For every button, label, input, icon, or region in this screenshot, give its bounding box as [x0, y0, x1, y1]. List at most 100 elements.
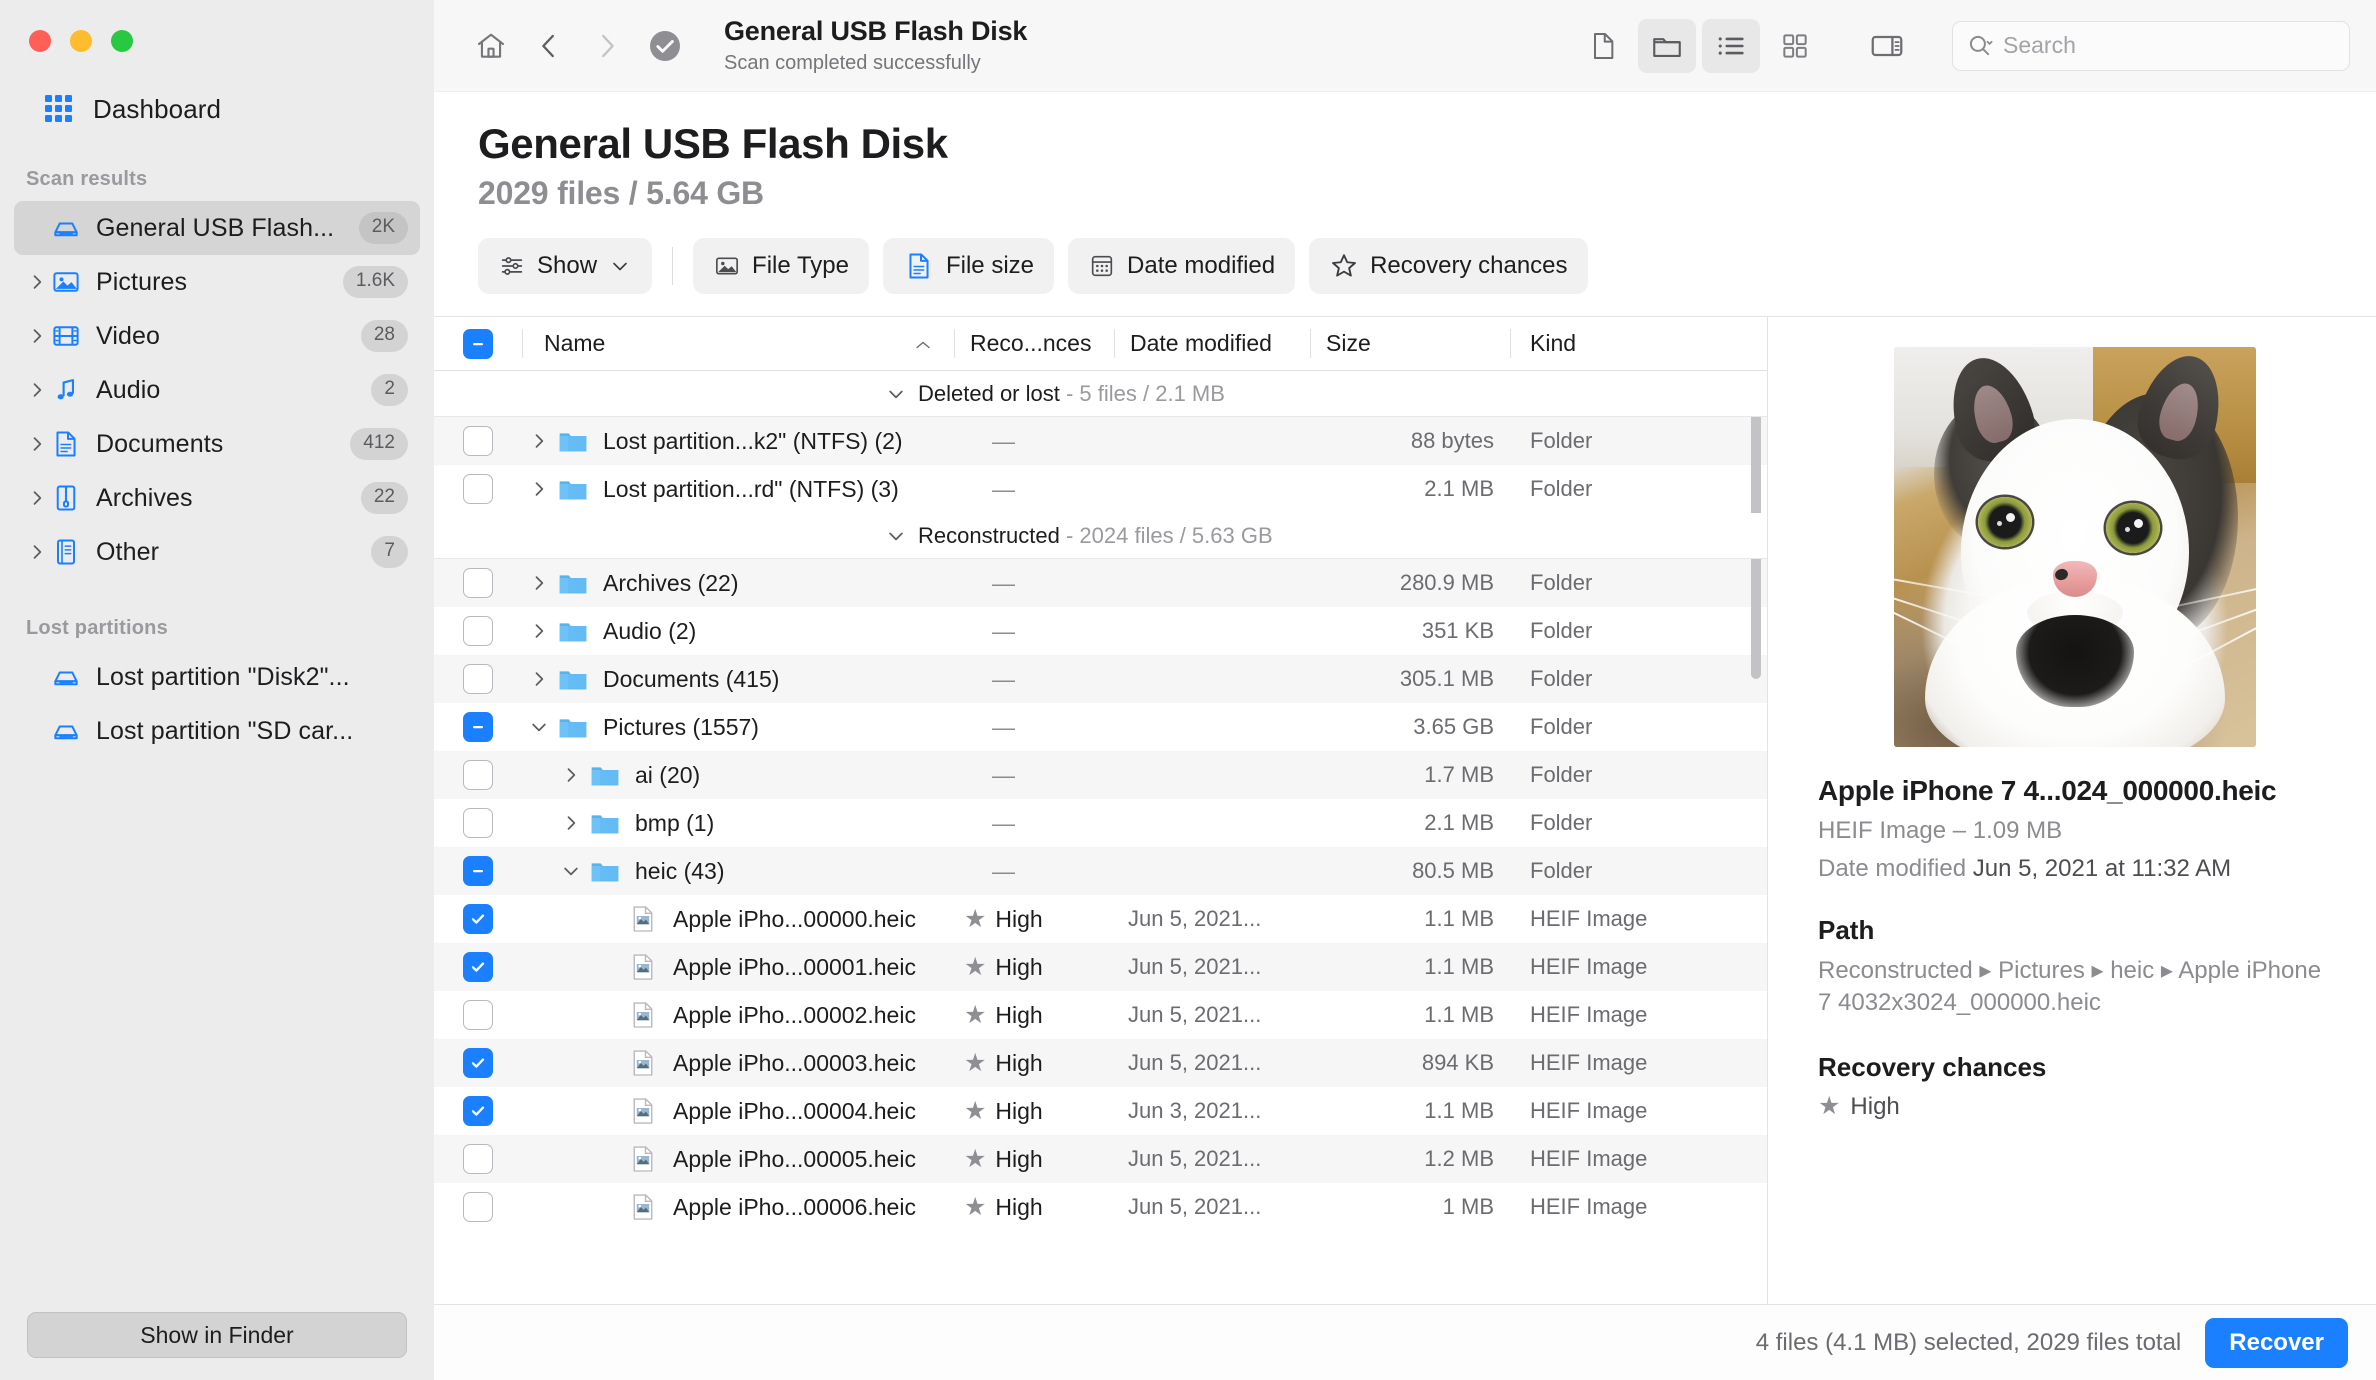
- minimize-button[interactable]: [70, 30, 92, 52]
- table-row[interactable]: Apple iPho...00003.heic ★ High Jun 5, 2021.…: [434, 1039, 1767, 1087]
- row-checkbox[interactable]: [463, 426, 493, 456]
- folder-view-button[interactable]: [1638, 18, 1696, 73]
- row-checkbox[interactable]: [463, 1144, 493, 1174]
- row-checkbox-cell[interactable]: [434, 991, 522, 1039]
- row-checkbox[interactable]: [463, 474, 493, 504]
- row-checkbox[interactable]: [463, 664, 493, 694]
- row-checkbox-cell[interactable]: [434, 655, 522, 703]
- row-checkbox[interactable]: [463, 952, 493, 982]
- table-group-row[interactable]: Deleted or lost - 5 files / 2.1 MB: [434, 371, 1767, 417]
- row-checkbox-cell[interactable]: [434, 847, 522, 895]
- sidebar-item-archives[interactable]: Archives 22: [14, 471, 420, 525]
- chevron-right-icon[interactable]: [24, 471, 50, 525]
- row-checkbox-cell[interactable]: [434, 465, 522, 513]
- row-checkbox[interactable]: [463, 760, 493, 790]
- table-body[interactable]: Deleted or lost - 5 files / 2.1 MB Lost …: [434, 371, 1767, 1380]
- chevron-right-icon[interactable]: [522, 655, 556, 703]
- row-checkbox[interactable]: [463, 712, 493, 742]
- chevron-right-icon[interactable]: [522, 417, 556, 465]
- table-row[interactable]: Archives (22) — 280.9 MB Folder: [434, 559, 1767, 607]
- table-row[interactable]: Apple iPho...00006.heic ★ High Jun 5, 2021.…: [434, 1183, 1767, 1231]
- forward-button[interactable]: [580, 19, 634, 73]
- table-row[interactable]: Lost partition...k2" (NTFS) (2) — 88 bytes…: [434, 417, 1767, 465]
- table-row[interactable]: bmp (1) — 2.1 MB Folder: [434, 799, 1767, 847]
- sidebar-item-general-usb-flash[interactable]: General USB Flash... 2K: [14, 201, 420, 255]
- table-row[interactable]: Apple iPho...00000.heic ★ High Jun 5, 2021.…: [434, 895, 1767, 943]
- home-button[interactable]: [464, 19, 518, 73]
- sidebar-item-documents[interactable]: Documents 412: [14, 417, 420, 471]
- row-checkbox-cell[interactable]: [434, 799, 522, 847]
- scan-status-button[interactable]: [638, 19, 692, 73]
- table-row[interactable]: Pictures (1557) — 3.65 GB Folder: [434, 703, 1767, 751]
- table-row[interactable]: Apple iPho...00005.heic ★ High Jun 5, 2021.…: [434, 1135, 1767, 1183]
- filter-chip-file-type[interactable]: File Type: [693, 238, 869, 294]
- table-row[interactable]: heic (43) — 80.5 MB Folder: [434, 847, 1767, 895]
- chevron-right-icon[interactable]: [522, 465, 556, 513]
- chevron-right-icon[interactable]: [24, 255, 50, 309]
- row-checkbox[interactable]: [463, 616, 493, 646]
- column-header-size[interactable]: Size: [1310, 317, 1510, 370]
- sidebar-toggle-button[interactable]: [1858, 19, 1916, 73]
- filter-chip-show[interactable]: Show: [478, 238, 653, 294]
- row-checkbox-cell[interactable]: [434, 1087, 522, 1135]
- chevron-right-icon[interactable]: [24, 363, 50, 417]
- table-row[interactable]: Apple iPho...00001.heic ★ High Jun 5, 2021.…: [434, 943, 1767, 991]
- chevron-right-icon[interactable]: [24, 417, 50, 471]
- row-checkbox[interactable]: [463, 808, 493, 838]
- row-checkbox-cell[interactable]: [434, 703, 522, 751]
- zoom-button[interactable]: [111, 30, 133, 52]
- filter-chip-file-size[interactable]: File size: [882, 238, 1055, 294]
- search-field[interactable]: Search: [1952, 20, 2350, 71]
- row-checkbox[interactable]: [463, 1192, 493, 1222]
- row-checkbox-cell[interactable]: [434, 607, 522, 655]
- chevron-down-icon[interactable]: [886, 513, 906, 559]
- chevron-right-icon[interactable]: [554, 751, 588, 799]
- chevron-right-icon[interactable]: [522, 607, 556, 655]
- row-checkbox-cell[interactable]: [434, 1135, 522, 1183]
- column-header-kind[interactable]: Kind: [1510, 317, 1767, 370]
- chevron-right-icon[interactable]: [522, 559, 556, 607]
- column-header-recovery-chances[interactable]: Reco...nces: [954, 317, 1114, 370]
- list-view-button[interactable]: [1702, 18, 1760, 73]
- row-checkbox-cell[interactable]: [434, 1183, 522, 1231]
- filter-chip-recovery-chances[interactable]: Recovery chances: [1309, 238, 1588, 294]
- chevron-right-icon[interactable]: [24, 525, 50, 579]
- show-in-finder-button[interactable]: Show in Finder: [27, 1312, 407, 1358]
- table-group-row[interactable]: Reconstructed - 2024 files / 5.63 GB: [434, 513, 1767, 559]
- file-view-button[interactable]: [1574, 19, 1632, 73]
- sidebar-lost-partition-item[interactable]: Lost partition "SD car...: [14, 704, 420, 758]
- recover-button[interactable]: Recover: [2205, 1317, 2348, 1368]
- row-checkbox[interactable]: [463, 1096, 493, 1126]
- row-checkbox[interactable]: [463, 856, 493, 886]
- row-checkbox-cell[interactable]: [434, 751, 522, 799]
- chevron-right-icon[interactable]: [24, 309, 50, 363]
- table-row[interactable]: ai (20) — 1.7 MB Folder: [434, 751, 1767, 799]
- table-row[interactable]: Apple iPho...00004.heic ★ High Jun 3, 2021.…: [434, 1087, 1767, 1135]
- sidebar-item-dashboard[interactable]: Dashboard: [44, 88, 434, 130]
- sidebar-lost-partition-item[interactable]: Lost partition "Disk2"...: [14, 650, 420, 704]
- row-checkbox[interactable]: [463, 568, 493, 598]
- column-header-name[interactable]: Name: [522, 317, 954, 370]
- row-checkbox-cell[interactable]: [434, 417, 522, 465]
- row-checkbox[interactable]: [463, 904, 493, 934]
- row-checkbox-cell[interactable]: [434, 559, 522, 607]
- table-row[interactable]: Lost partition...rd" (NTFS) (3) — 2.1 MB Fo…: [434, 465, 1767, 513]
- sidebar-item-audio[interactable]: Audio 2: [14, 363, 420, 417]
- table-row[interactable]: Audio (2) — 351 KB Folder: [434, 607, 1767, 655]
- row-checkbox-cell[interactable]: [434, 1039, 522, 1087]
- row-checkbox[interactable]: [463, 1000, 493, 1030]
- preview-thumbnail-cat-photo[interactable]: [1894, 347, 2256, 747]
- sidebar-item-other[interactable]: Other 7: [14, 525, 420, 579]
- sidebar-item-pictures[interactable]: Pictures 1.6K: [14, 255, 420, 309]
- close-button[interactable]: [29, 30, 51, 52]
- row-checkbox[interactable]: [463, 1048, 493, 1078]
- chevron-down-icon[interactable]: [886, 371, 906, 417]
- row-checkbox-cell[interactable]: [434, 943, 522, 991]
- table-row[interactable]: Apple iPho...00002.heic ★ High Jun 5, 2021.…: [434, 991, 1767, 1039]
- back-button[interactable]: [522, 19, 576, 73]
- column-header-date-modified[interactable]: Date modified: [1114, 317, 1310, 370]
- table-row[interactable]: Documents (415) — 305.1 MB Folder: [434, 655, 1767, 703]
- row-checkbox-cell[interactable]: [434, 895, 522, 943]
- chevron-right-icon[interactable]: [554, 799, 588, 847]
- sidebar-item-video[interactable]: Video 28: [14, 309, 420, 363]
